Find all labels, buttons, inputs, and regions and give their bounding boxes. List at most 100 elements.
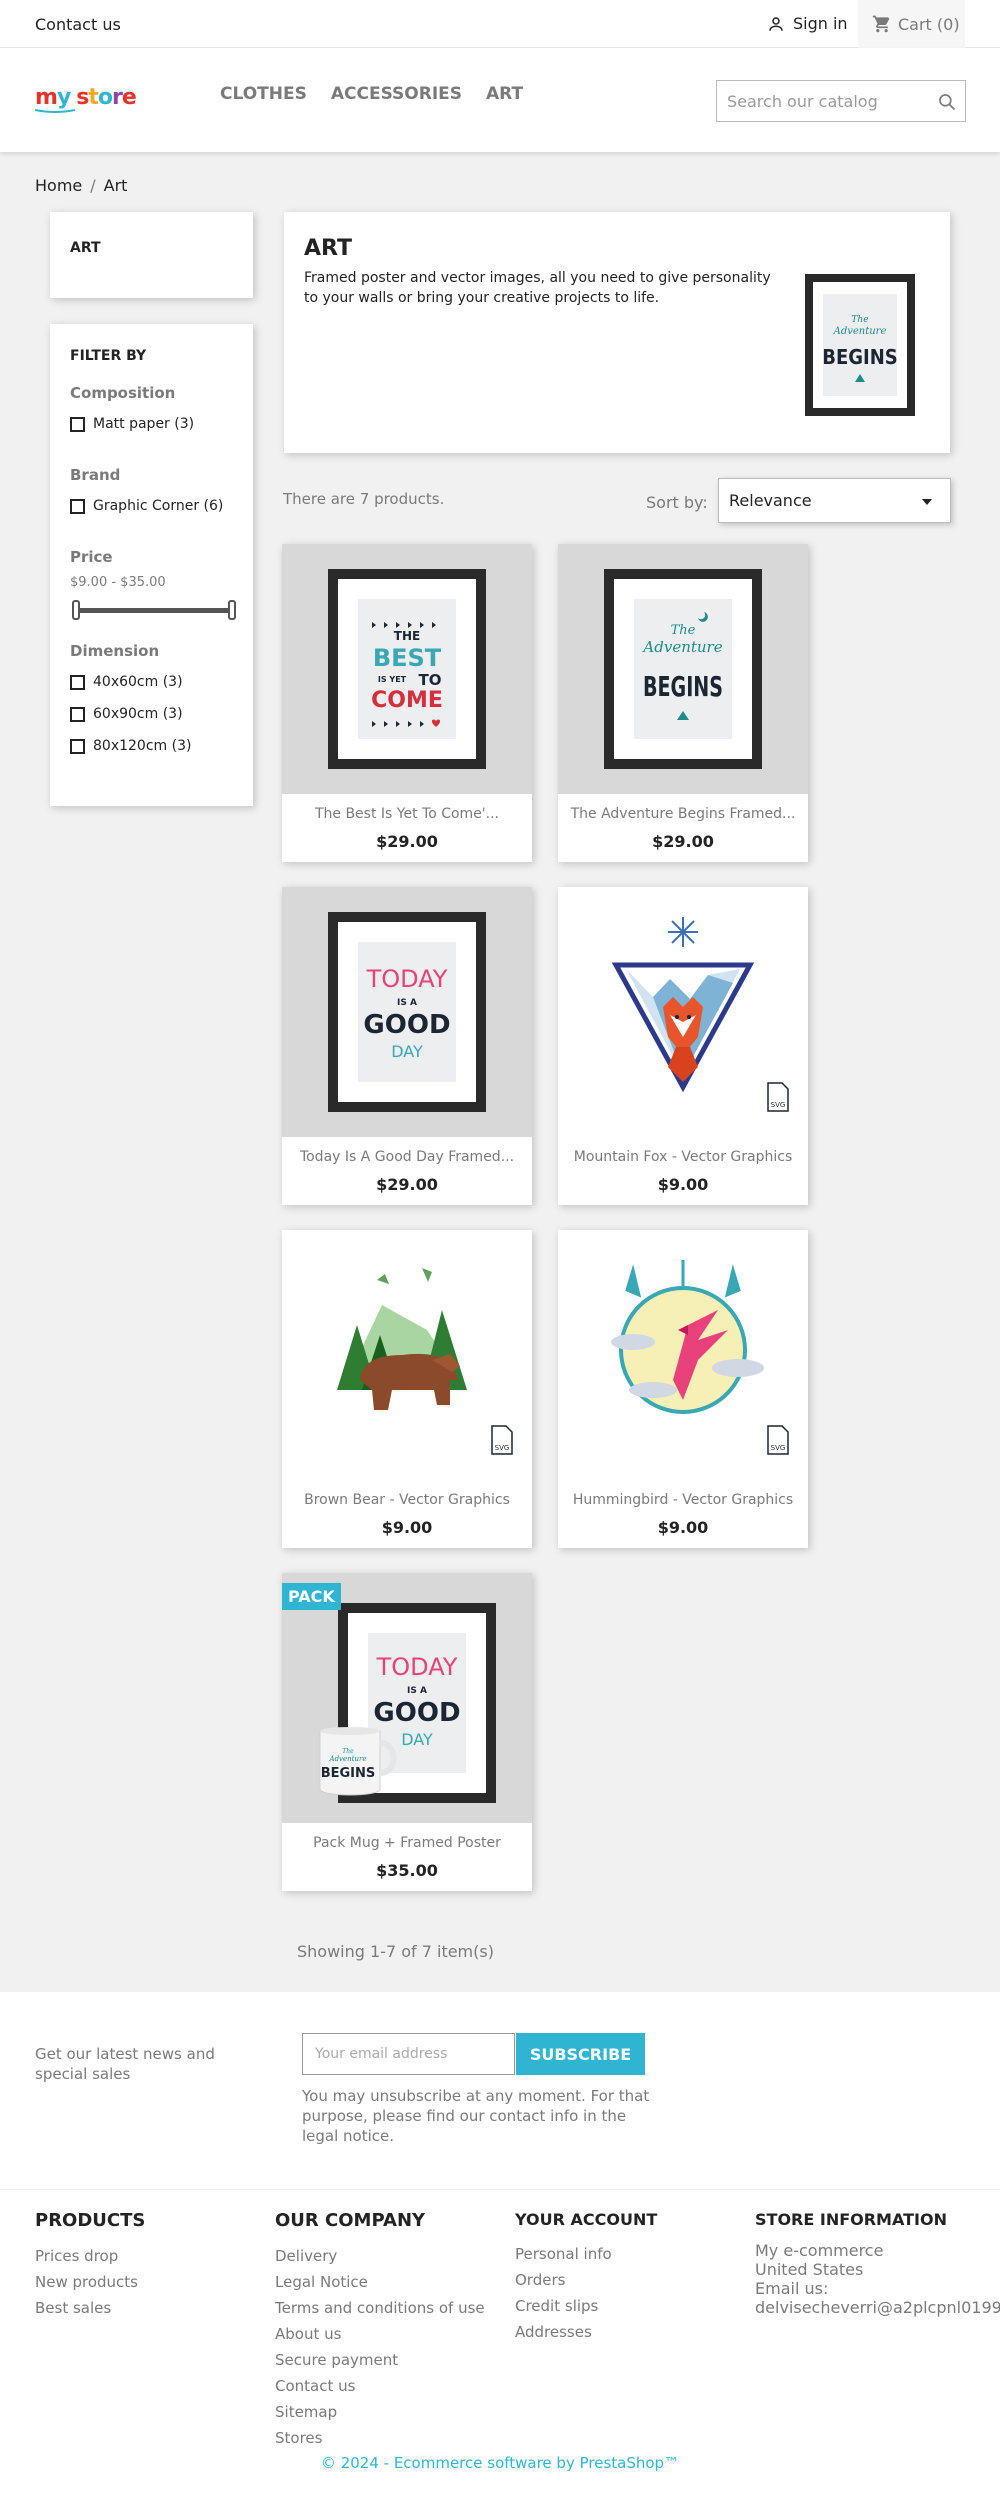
category-header: ART Framed poster and vector images, all… [284, 212, 950, 453]
product-price: $29.00 [652, 832, 714, 851]
slider-handle-max[interactable] [228, 600, 236, 620]
checkbox[interactable] [70, 674, 85, 690]
checkbox[interactable] [70, 416, 85, 432]
breadcrumb-art[interactable]: Art [104, 176, 128, 195]
breadcrumb-home[interactable]: Home [35, 176, 82, 195]
newsletter-email-input[interactable] [302, 2033, 515, 2075]
footer-link-delivery[interactable]: Delivery [275, 2243, 485, 2269]
search-icon[interactable] [937, 92, 957, 112]
product-name[interactable]: The Best Is Yet To Come'... [282, 806, 532, 822]
copyright-link[interactable]: © 2024 - Ecommerce software by PrestaSho… [0, 2454, 1000, 2472]
product-price: $9.00 [381, 1518, 433, 1537]
product-name[interactable]: Mountain Fox - Vector Graphics [558, 1149, 808, 1165]
footer-link-orders[interactable]: Orders [515, 2267, 657, 2293]
facet-option-40x60[interactable]: 40x60cm (3) [70, 674, 183, 690]
price-range-text: $9.00 - $35.00 [70, 575, 166, 590]
footer-link-addresses[interactable]: Addresses [515, 2319, 657, 2345]
product-image[interactable]: SVG [282, 1230, 532, 1480]
product-image[interactable]: THE BEST IS YET TO COME [282, 544, 532, 794]
product-name[interactable]: Pack Mug + Framed Poster [282, 1835, 532, 1851]
sign-in-link[interactable]: Sign in [767, 14, 848, 33]
svg-text:The: The [851, 315, 868, 325]
search-input[interactable] [717, 81, 917, 121]
store-logo[interactable]: my store [34, 78, 145, 124]
category-title: ART [304, 236, 352, 261]
product-card[interactable]: SVG Brown Bear - Vector Graphics $9.00 [282, 1230, 532, 1548]
footer-link-terms[interactable]: Terms and conditions of use [275, 2295, 485, 2321]
checkbox[interactable] [70, 738, 85, 754]
product-card[interactable]: TODAY IS A GOOD DAY The Adventure BEGINS… [282, 1573, 532, 1891]
product-image[interactable]: SVG [558, 1230, 808, 1480]
newsletter-note: You may unsubscribe at any moment. For t… [302, 2087, 650, 2145]
footer-company-title: OUR COMPANY [275, 2210, 426, 2231]
product-image[interactable]: The Adventure BEGINS [558, 544, 808, 794]
product-name[interactable]: The Adventure Begins Framed... [558, 806, 808, 822]
slider-handle-min[interactable] [72, 600, 80, 620]
filter-block: FILTER BY Composition Matt paper (3) Bra… [50, 324, 253, 806]
store-country: United States [755, 2260, 864, 2279]
cart-label: Cart (0) [898, 14, 960, 34]
svg-text:THE: THE [394, 629, 420, 643]
svg-text:COME: COME [371, 688, 443, 713]
cart-icon [872, 15, 890, 33]
footer-link-new-products[interactable]: New products [35, 2269, 145, 2295]
store-email-link[interactable]: delvisecheverri@a2plcpnl0199.pr [755, 2298, 1000, 2317]
footer-link-credit-slips[interactable]: Credit slips [515, 2293, 657, 2319]
svg-text:Adventure: Adventure [329, 1755, 367, 1763]
footer-link-about-us[interactable]: About us [275, 2321, 485, 2347]
facet-title-brand: Brand [70, 466, 121, 484]
footer-link-prices-drop[interactable]: Prices drop [35, 2243, 145, 2269]
footer-store-title: STORE INFORMATION [755, 2210, 947, 2229]
product-name[interactable]: Brown Bear - Vector Graphics [282, 1492, 532, 1508]
product-price: $35.00 [376, 1861, 438, 1880]
footer-link-stores[interactable]: Stores [275, 2425, 485, 2451]
facet-option-matt-paper[interactable]: Matt paper (3) [70, 416, 194, 432]
product-card[interactable]: THE BEST IS YET TO COME The Best Is Yet … [282, 544, 532, 862]
facet-option-graphic-corner[interactable]: Graphic Corner (6) [70, 498, 223, 514]
store-email-label: Email us: [755, 2279, 829, 2298]
price-slider[interactable] [72, 600, 236, 620]
footer-account-title: YOUR ACCOUNT [515, 2210, 658, 2229]
footer-link-legal-notice[interactable]: Legal Notice [275, 2269, 485, 2295]
svg-file-icon: SVG [767, 1425, 789, 1455]
svg-text:Adventure: Adventure [833, 326, 887, 337]
footer-link-sitemap[interactable]: Sitemap [275, 2399, 485, 2425]
product-image[interactable]: TODAY IS A GOOD DAY The Adventure BEGINS [282, 1573, 532, 1823]
svg-text:DAY: DAY [391, 1042, 423, 1061]
product-name[interactable]: Hummingbird - Vector Graphics [558, 1492, 808, 1508]
product-card[interactable]: The Adventure BEGINS The Adventure Begin… [558, 544, 808, 862]
menu-item-clothes[interactable]: CLOTHES [220, 84, 307, 104]
menu-item-accessories[interactable]: ACCESSORIES [331, 84, 462, 104]
footer-link-personal-info[interactable]: Personal info [515, 2241, 657, 2267]
cart-button[interactable]: Cart (0) [858, 0, 965, 48]
checkbox[interactable] [70, 498, 85, 514]
facet-option-60x90[interactable]: 60x90cm (3) [70, 706, 183, 722]
footer-link-best-sales[interactable]: Best sales [35, 2295, 145, 2321]
product-name[interactable]: Today Is A Good Day Framed... [282, 1149, 532, 1165]
store-name: My e-commerce [755, 2241, 884, 2260]
sort-select[interactable]: Relevance [718, 478, 951, 523]
footer-link-secure-payment[interactable]: Secure payment [275, 2347, 485, 2373]
category-tree-title[interactable]: ART [70, 240, 101, 256]
footer-link-contact-us[interactable]: Contact us [275, 2373, 485, 2399]
checkbox[interactable] [70, 706, 85, 722]
product-card[interactable]: TODAY IS A GOOD DAY Today Is A Good Day … [282, 887, 532, 1205]
product-card[interactable]: SVG Mountain Fox - Vector Graphics $9.00 [558, 887, 808, 1205]
menu-item-art[interactable]: ART [486, 84, 523, 104]
newsletter-block: Get our latest news and special sales SU… [0, 1992, 1000, 2190]
logo-graphic: my store [34, 85, 137, 113]
svg-text:Adventure: Adventure [641, 638, 722, 656]
header: my store CLOTHES ACCESSORIES ART [0, 48, 1000, 152]
svg-text:The: The [671, 623, 696, 638]
product-card[interactable]: SVG Hummingbird - Vector Graphics $9.00 [558, 1230, 808, 1548]
user-icon [769, 16, 783, 31]
svg-text:BEGINS: BEGINS [822, 345, 897, 369]
product-image[interactable]: SVG [558, 887, 808, 1137]
facet-option-80x120[interactable]: 80x120cm (3) [70, 738, 191, 754]
contact-us-link[interactable]: Contact us [35, 15, 121, 34]
caret-down-icon [922, 499, 932, 505]
product-image[interactable]: TODAY IS A GOOD DAY [282, 887, 532, 1137]
subscribe-button[interactable]: SUBSCRIBE [516, 2033, 645, 2075]
facet-option-label: Graphic Corner (6) [93, 498, 224, 514]
svg-text:SVG: SVG [495, 1444, 510, 1452]
